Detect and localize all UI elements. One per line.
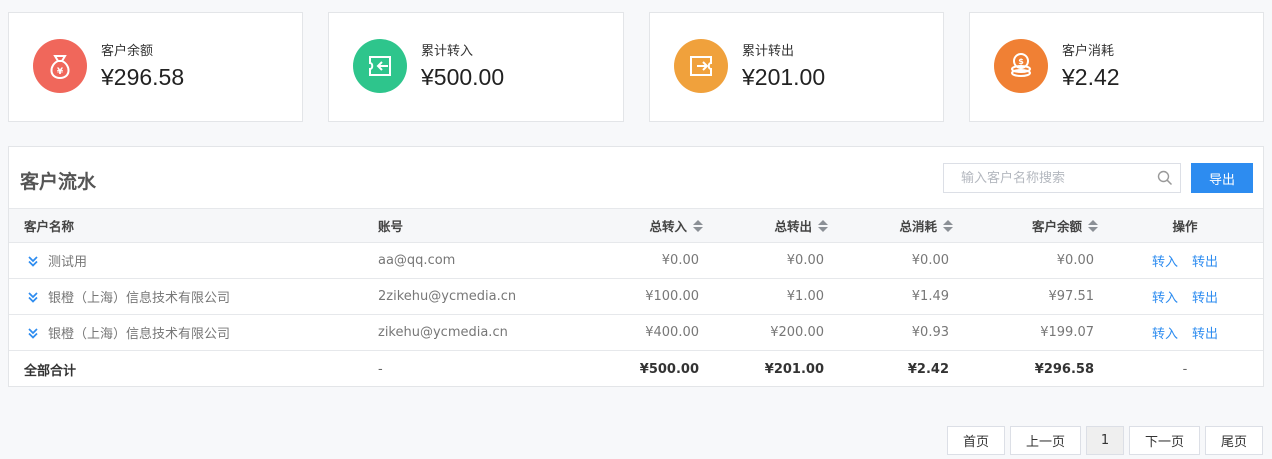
customer-name: 银橙（上海）信息技术有限公司 [48,291,231,306]
stat-value: ¥500.00 [421,64,505,90]
account-cell: zikehu@ycmedia.cn [378,325,508,340]
balance-cell: ¥0.00 [1056,253,1094,268]
next-page-button[interactable]: 下一页 [1129,426,1200,455]
total-balance: ¥296.58 [1034,361,1094,377]
col-header-label: 总转出 [774,219,812,234]
consume-cell: ¥1.49 [911,289,949,304]
customer-flow-panel: 客户流水 导出 客户名称 账号 总转入 总转出 总消耗 客户余额 操作 [8,146,1264,387]
transfer-in-link[interactable]: 转入 [1152,323,1178,342]
customer-name: 测试用 [48,255,88,270]
consume-cell: ¥0.00 [911,253,949,268]
search-icon[interactable] [1157,170,1173,190]
transfer-out-link[interactable]: 转出 [1192,251,1218,270]
sort-icon[interactable] [818,219,828,232]
stat-value: ¥296.58 [101,64,185,90]
stat-card-balance: ¥ 客户余额 ¥296.58 [8,12,303,122]
in-cell: ¥0.00 [661,253,699,268]
stat-value: ¥2.42 [1062,64,1120,90]
stat-label: 客户余额 [101,44,154,59]
col-header-in[interactable]: 总转入 [569,209,703,242]
expand-icon[interactable] [27,255,39,267]
col-header-action: 操作 [1172,219,1198,234]
expand-icon[interactable] [27,291,39,303]
balance-cell: ¥199.07 [1040,325,1094,340]
search-input[interactable] [944,164,1144,192]
out-cell: ¥200.00 [770,325,824,340]
col-header-name: 客户名称 [24,219,75,234]
transfer-out-icon [674,39,728,93]
export-button[interactable]: 导出 [1191,163,1253,193]
action-cell: 转入 转出 [1111,315,1259,350]
transfer-in-link[interactable]: 转入 [1152,251,1178,270]
col-header-label: 总消耗 [899,219,937,234]
balance-cell: ¥97.51 [1048,289,1095,304]
col-header-consume[interactable]: 总消耗 [829,209,953,242]
table-header: 客户名称 账号 总转入 总转出 总消耗 客户余额 操作 [9,208,1263,243]
col-header-label: 客户余额 [1031,219,1082,234]
consume-cell: ¥0.93 [911,325,949,340]
total-action: - [1182,361,1188,377]
account-cell: 2zikehu@ycmedia.cn [378,289,517,304]
first-page-button[interactable]: 首页 [947,426,1005,455]
col-header-balance[interactable]: 客户余额 [959,209,1098,242]
transfer-in-icon [353,39,407,93]
total-out: ¥201.00 [764,361,824,377]
col-header-account: 账号 [378,219,404,234]
table-total-row: 全部合计 - ¥500.00 ¥201.00 ¥2.42 ¥296.58 - [9,351,1263,387]
col-header-out[interactable]: 总转出 [699,209,828,242]
stat-card-total-out: 累计转出 ¥201.00 [649,12,944,122]
money-bag-icon: ¥ [33,39,87,93]
table-row: 银橙（上海）信息技术有限公司 zikehu@ycmedia.cn ¥400.00… [9,315,1263,351]
total-consume: ¥2.42 [907,361,949,377]
stat-label: 累计转出 [742,44,795,59]
last-page-button[interactable]: 尾页 [1205,426,1263,455]
total-in: ¥500.00 [639,361,699,377]
current-page-button[interactable]: 1 [1086,426,1124,455]
expand-icon[interactable] [27,327,39,339]
stat-card-total-in: 累计转入 ¥500.00 [328,12,624,122]
search-box [943,163,1181,193]
out-cell: ¥1.00 [786,289,824,304]
transfer-in-link[interactable]: 转入 [1152,287,1178,306]
action-cell: 转入 转出 [1111,279,1259,314]
action-cell: 转入 转出 [1111,243,1259,278]
transfer-out-link[interactable]: 转出 [1192,323,1218,342]
total-label: 全部合计 [24,363,77,379]
in-cell: ¥100.00 [645,289,699,304]
total-account: - [378,361,383,377]
transfer-out-link[interactable]: 转出 [1192,287,1218,306]
customer-name-cell: 测试用 [27,243,87,278]
col-header-label: 总转入 [649,219,687,234]
stat-card-consumption: $ 客户消耗 ¥2.42 [969,12,1264,122]
stat-value: ¥201.00 [742,64,826,90]
sort-icon[interactable] [943,219,953,232]
customer-name: 银橙（上海）信息技术有限公司 [48,327,231,342]
svg-text:¥: ¥ [57,67,64,77]
sort-icon[interactable] [1088,219,1098,232]
table-row: 测试用 aa@qq.com ¥0.00 ¥0.00 ¥0.00 ¥0.00 转入… [9,243,1263,279]
table-row: 银橙（上海）信息技术有限公司 2zikehu@ycmedia.cn ¥100.0… [9,279,1263,315]
stat-label: 累计转入 [421,44,474,59]
svg-text:$: $ [1018,57,1024,66]
coins-icon: $ [994,39,1048,93]
in-cell: ¥400.00 [645,325,699,340]
customer-name-cell: 银橙（上海）信息技术有限公司 [27,315,230,350]
prev-page-button[interactable]: 上一页 [1010,426,1081,455]
panel-title: 客户流水 [20,171,97,193]
out-cell: ¥0.00 [786,253,824,268]
stat-label: 客户消耗 [1062,44,1115,59]
customer-name-cell: 银橙（上海）信息技术有限公司 [27,279,230,314]
account-cell: aa@qq.com [378,253,456,268]
